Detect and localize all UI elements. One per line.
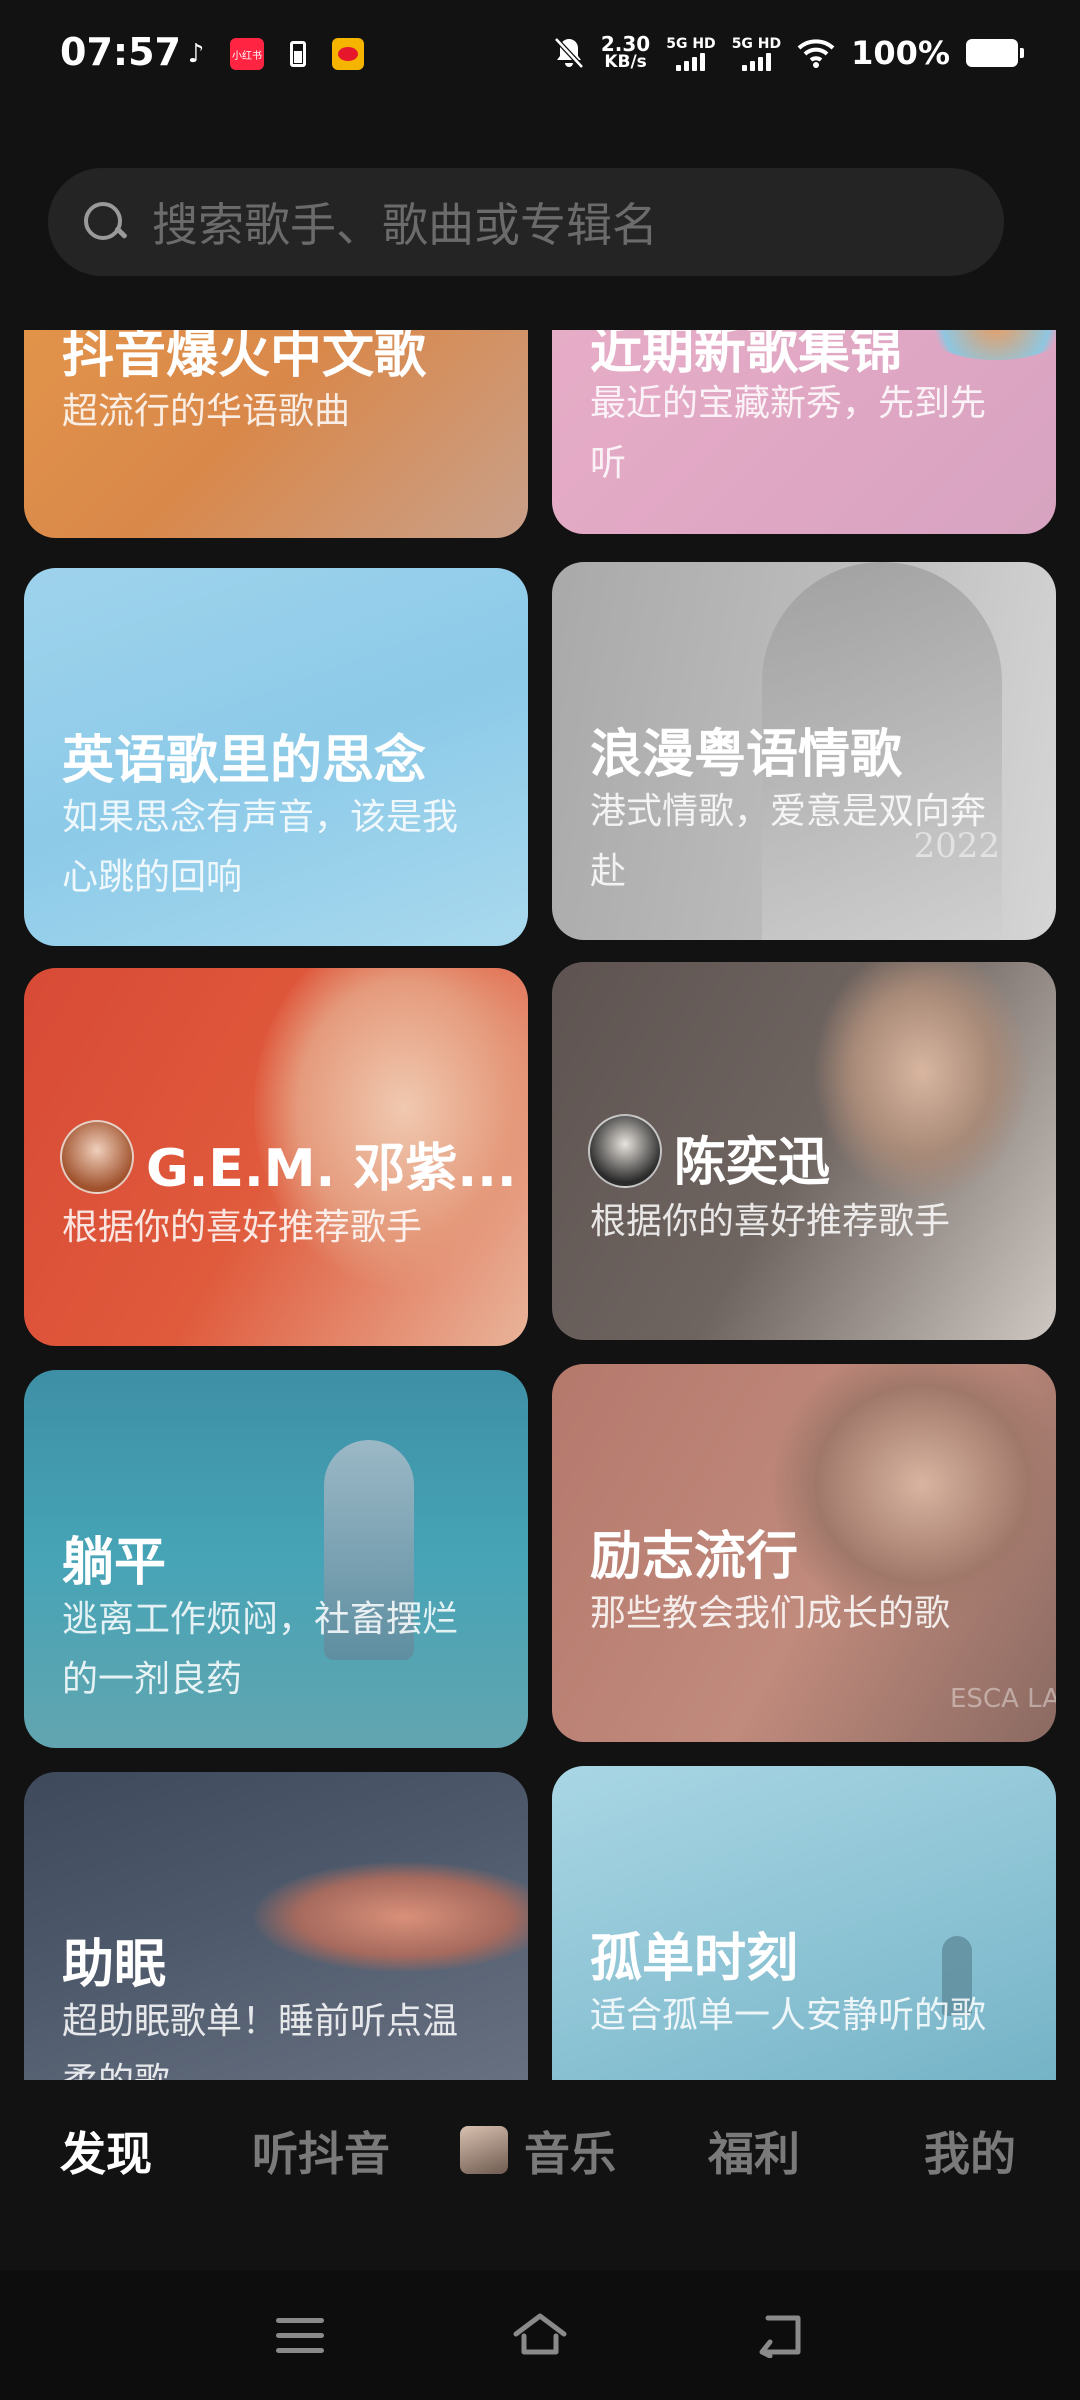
weibo-notification-icon — [332, 38, 364, 70]
card-title: 孤单时刻 — [590, 1929, 799, 1989]
card-title: 助眠 — [62, 1935, 167, 1995]
playlist-card-douyin-hits[interactable]: 抖音爆火中文歌 超流行的华语歌曲 — [24, 330, 528, 538]
search-placeholder: 搜索歌手、歌曲或专辑名 — [152, 198, 658, 252]
battery-percent: 100% — [851, 34, 950, 72]
nav-tab-benefits[interactable]: 福利 — [708, 2118, 800, 2184]
artist-card-eason-chan[interactable]: 陈奕迅 根据你的喜好推荐歌手 — [552, 962, 1056, 1340]
battery-saver-notification-icon — [282, 38, 314, 70]
battery-icon — [966, 39, 1024, 67]
card-subtitle: 最近的宝藏新秀，先到先听 — [590, 383, 987, 484]
card-subtitle: 如果思念有声音，该是我心跳的回响 — [62, 797, 459, 898]
artist-avatar — [588, 1114, 662, 1188]
card-artwork — [254, 1862, 528, 1972]
playlist-card-cantonese-love[interactable]: 2022 浪漫粤语情歌 港式情歌，爱意是双向奔赴 — [552, 562, 1056, 940]
recent-apps-icon[interactable] — [276, 2318, 324, 2356]
status-time: 07:57 — [60, 30, 181, 74]
home-icon[interactable] — [512, 2310, 568, 2358]
card-subtitle: 超助眠歌单！睡前听点温柔的歌 — [62, 2001, 459, 2080]
card-title: 躺平 — [62, 1533, 167, 1593]
card-subtitle: 根据你的喜好推荐歌手 — [62, 1207, 423, 1248]
card-artwork — [916, 330, 1056, 360]
xiaohongshu-notification-icon: 小红书 — [230, 38, 264, 70]
network-speed: 2.30 KB/s — [600, 32, 651, 72]
nav-tab-music[interactable]: 音乐 — [524, 2118, 616, 2184]
mute-bell-icon — [554, 37, 584, 69]
playlist-card-new-songs[interactable]: 近期新歌集锦 最近的宝藏新秀，先到先听 — [552, 330, 1056, 534]
status-bar: 07:57 ♪ 小红书 2.30 KB/s 5G HD 5G HD 100% — [0, 0, 1080, 110]
card-watermark: ESCA LAI — [950, 1684, 1056, 1714]
back-icon[interactable] — [754, 2312, 806, 2358]
card-subtitle: 根据你的喜好推荐歌手 — [590, 1201, 951, 1242]
tiktok-notification-icon: ♪ — [187, 39, 205, 69]
card-artwork — [812, 962, 1032, 1202]
card-subtitle: 港式情歌，爱意是双向奔赴 — [590, 791, 987, 892]
search-bar[interactable]: 搜索歌手、歌曲或专辑名 — [48, 168, 1004, 276]
playlist-card-sleep[interactable]: 助眠 超助眠歌单！睡前听点温柔的歌 — [24, 1772, 528, 2080]
playlist-card-lonely-moment[interactable]: 孤单时刻 适合孤单一人安静听的歌 — [552, 1766, 1056, 2080]
card-title: G.E.M. 邓紫... — [146, 1139, 517, 1199]
nav-tab-listen-douyin[interactable]: 听抖音 — [252, 2118, 390, 2184]
notification-icons: ♪ 小红书 — [180, 38, 364, 70]
playlist-card-tangping[interactable]: 躺平 逃离工作烦闷，社畜摆烂的一剂良药 — [24, 1370, 528, 1748]
search-icon — [82, 200, 126, 244]
sim1-signal: 5G HD — [666, 35, 716, 71]
card-title: 励志流行 — [590, 1527, 799, 1587]
artist-card-gem[interactable]: G.E.M. 邓紫... 根据你的喜好推荐歌手 — [24, 968, 528, 1346]
playlist-feed[interactable]: 抖音爆火中文歌 超流行的华语歌曲 近期新歌集锦 最近的宝藏新秀，先到先听 英语歌… — [0, 330, 1080, 2080]
playlist-card-inspirational-pop[interactable]: ESCA LAI 励志流行 那些教会我们成长的歌 — [552, 1364, 1056, 1742]
card-title: 抖音爆火中文歌 — [62, 330, 427, 385]
nav-tab-discover[interactable]: 发现 — [60, 2118, 152, 2184]
artist-avatar — [60, 1120, 134, 1194]
card-title: 英语歌里的思念 — [62, 731, 427, 791]
playlist-card-english-missing[interactable]: 英语歌里的思念 如果思念有声音，该是我心跳的回响 — [24, 568, 528, 946]
card-subtitle: 超流行的华语歌曲 — [62, 391, 351, 432]
system-status-icons: 2.30 KB/s 5G HD 5G HD 100% — [553, 32, 1024, 72]
card-subtitle: 适合孤单一人安静听的歌 — [590, 1995, 987, 2036]
sim2-signal: 5G HD — [732, 35, 781, 71]
now-playing-thumbnail[interactable] — [460, 2126, 508, 2174]
card-subtitle: 逃离工作烦闷，社畜摆烂的一剂良药 — [62, 1599, 459, 1700]
card-title: 陈奕迅 — [674, 1133, 831, 1193]
wifi-icon — [797, 39, 835, 68]
card-title: 浪漫粤语情歌 — [590, 725, 903, 785]
nav-tab-me[interactable]: 我的 — [924, 2118, 1016, 2184]
card-subtitle: 那些教会我们成长的歌 — [590, 1593, 951, 1634]
